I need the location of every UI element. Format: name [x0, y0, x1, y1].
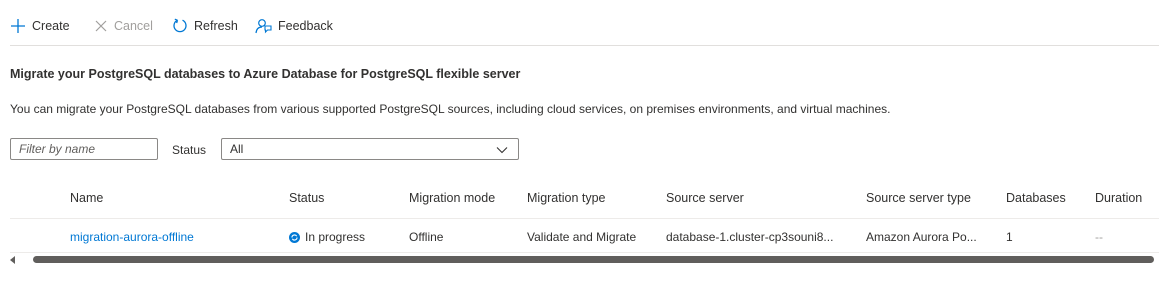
create-label: Create	[32, 19, 70, 33]
duration-cell: --	[1095, 230, 1103, 244]
table-header-divider	[10, 218, 1159, 219]
migration-mode-cell: Offline	[409, 230, 444, 244]
page-description: You can migrate your PostgreSQL database…	[10, 102, 891, 116]
command-bar: Create Cancel Refresh Feedback	[0, 0, 1159, 46]
status-cell: In progress	[289, 230, 365, 244]
in-progress-icon	[289, 231, 300, 243]
page-heading: Migrate your PostgreSQL databases to Azu…	[10, 67, 521, 81]
source-server-type-cell: Amazon Aurora Po...	[866, 230, 977, 244]
cancel-label: Cancel	[114, 19, 153, 33]
column-header-databases[interactable]: Databases	[1006, 191, 1066, 205]
create-button[interactable]: Create	[10, 16, 70, 36]
column-header-status[interactable]: Status	[289, 191, 324, 205]
filter-by-name-input[interactable]	[10, 138, 158, 160]
column-header-migration-mode[interactable]: Migration mode	[409, 191, 495, 205]
status-text: In progress	[305, 230, 366, 244]
scroll-left-arrow-icon[interactable]	[8, 256, 18, 264]
source-server-cell: database-1.cluster-cp3souni8...	[666, 230, 834, 244]
migration-name-link[interactable]: migration-aurora-offline	[70, 230, 194, 244]
feedback-button[interactable]: Feedback	[255, 16, 333, 36]
status-filter-value: All	[230, 142, 244, 156]
refresh-button[interactable]: Refresh	[172, 16, 238, 36]
status-filter-label: Status	[172, 143, 207, 157]
column-header-duration[interactable]: Duration	[1095, 191, 1142, 205]
scrollbar-thumb[interactable]	[33, 256, 1154, 263]
plus-icon	[11, 19, 25, 33]
chevron-down-icon	[496, 147, 508, 154]
close-icon	[95, 20, 107, 32]
column-header-source-server[interactable]: Source server	[666, 191, 744, 205]
status-filter-dropdown[interactable]: All	[221, 138, 519, 160]
databases-cell: 1	[1006, 230, 1013, 244]
cancel-button[interactable]: Cancel	[94, 16, 153, 36]
feedback-icon	[255, 19, 272, 34]
refresh-label: Refresh	[194, 19, 238, 33]
column-header-migration-type[interactable]: Migration type	[527, 191, 606, 205]
refresh-icon	[173, 18, 187, 33]
migration-type-cell: Validate and Migrate	[527, 230, 637, 244]
column-header-name[interactable]: Name	[70, 191, 103, 205]
table-row-divider	[10, 252, 1159, 253]
column-header-source-server-type[interactable]: Source server type	[866, 191, 971, 205]
feedback-label: Feedback	[278, 19, 333, 33]
toolbar-divider	[10, 45, 1159, 46]
